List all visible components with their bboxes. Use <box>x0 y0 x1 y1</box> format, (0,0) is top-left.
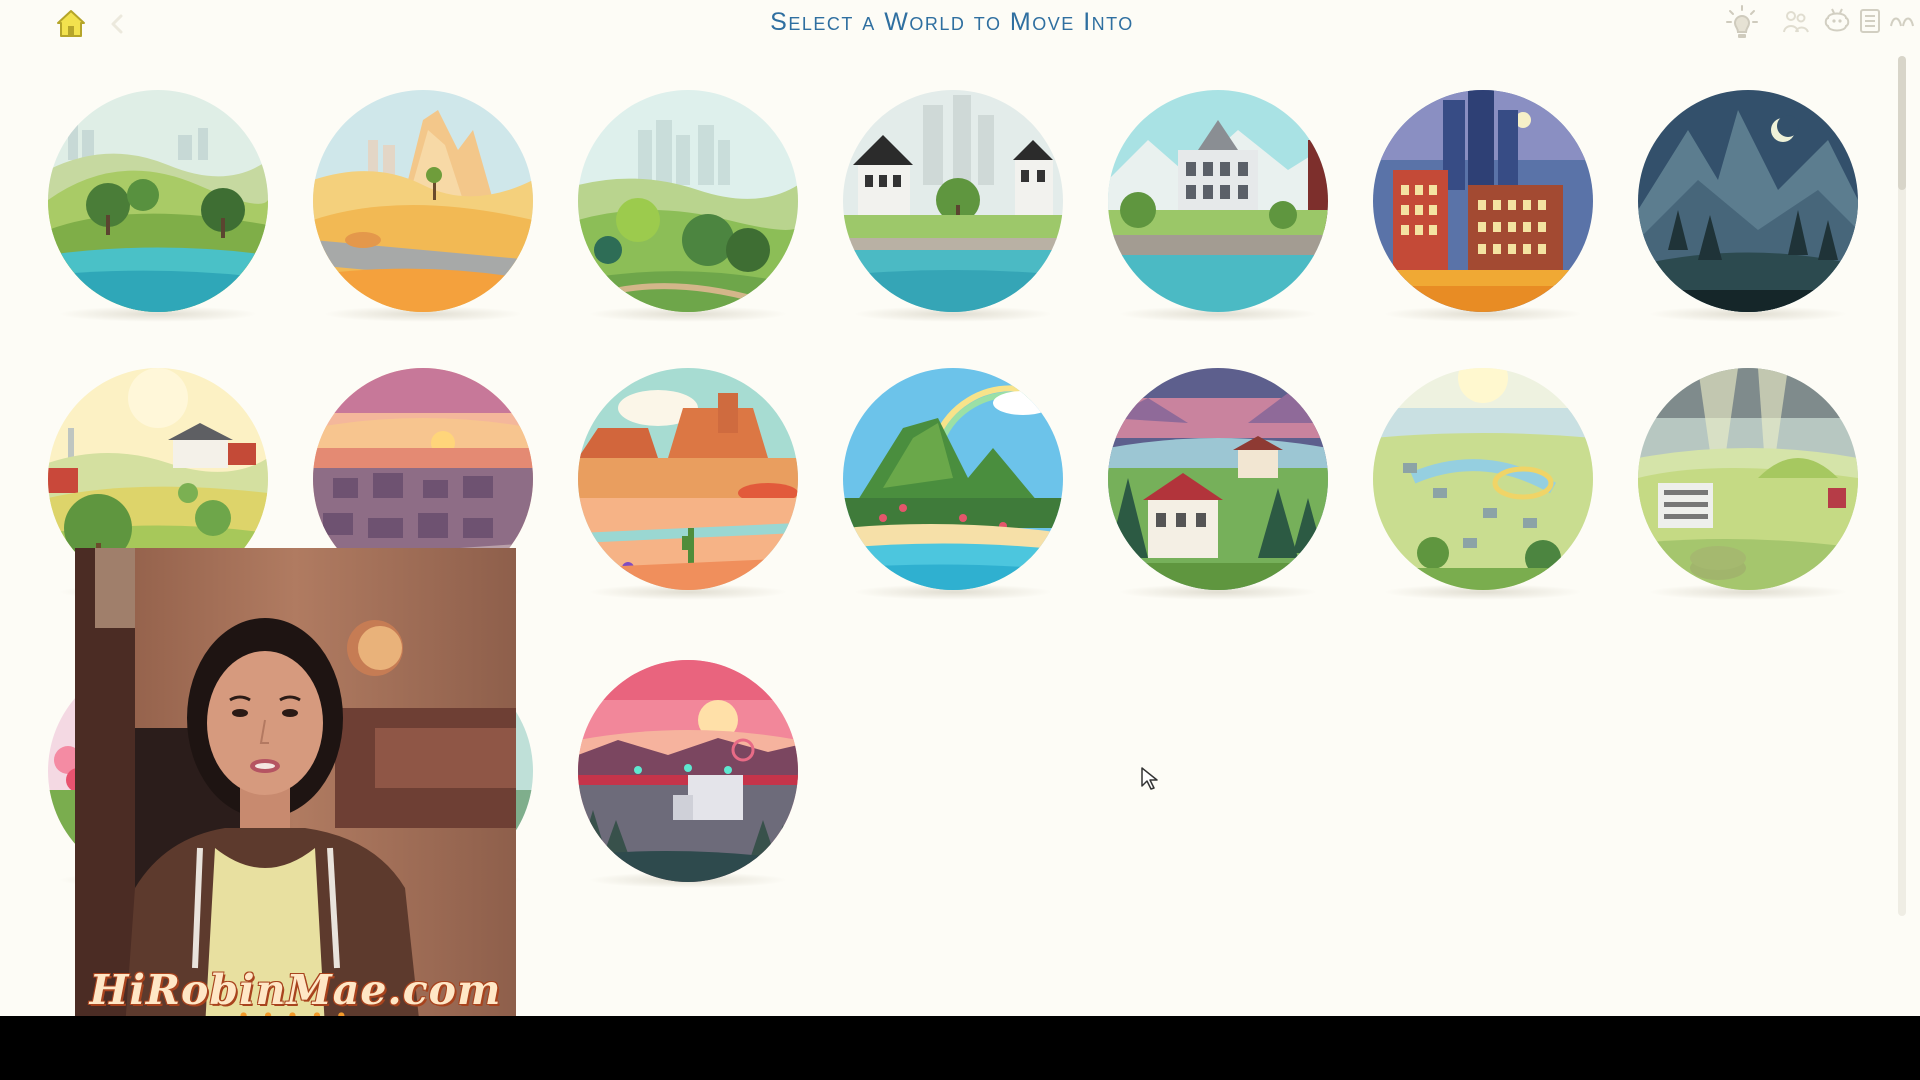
world-tile[interactable] <box>48 90 268 312</box>
letterbox-bar <box>0 1016 1920 1080</box>
list-icon[interactable] <box>1858 8 1882 34</box>
scrollbar-thumb[interactable] <box>1898 56 1906 190</box>
world-tile[interactable] <box>1638 368 1858 590</box>
world-tile[interactable] <box>1108 368 1328 590</box>
family-icon[interactable] <box>1782 8 1810 36</box>
webcam-video <box>75 548 516 1016</box>
world-tile[interactable] <box>578 90 798 312</box>
world-tile[interactable] <box>578 660 798 882</box>
world-tile[interactable] <box>1638 90 1858 312</box>
world-tile[interactable] <box>313 90 533 312</box>
world-tile[interactable] <box>843 368 1063 590</box>
webcam-overlay: HiRobinMae.com ✿✿✿✿✿ <box>75 548 516 1016</box>
world-select-screen: Select a World to Move Into HiRobinMae.c… <box>0 0 1920 1016</box>
world-tile[interactable] <box>1373 368 1593 590</box>
world-tile[interactable] <box>1108 90 1328 312</box>
more-icon[interactable] <box>1888 12 1916 30</box>
world-tile[interactable] <box>578 368 798 590</box>
watermark-text: HiRobinMae.com <box>89 966 502 1014</box>
world-tile[interactable] <box>1373 90 1593 312</box>
notification-icon[interactable] <box>1822 6 1852 36</box>
world-tile[interactable] <box>843 90 1063 312</box>
lightbulb-icon[interactable] <box>1725 4 1759 42</box>
page-title: Select a World to Move Into <box>770 8 1134 36</box>
mouse-cursor-icon <box>1141 767 1158 790</box>
